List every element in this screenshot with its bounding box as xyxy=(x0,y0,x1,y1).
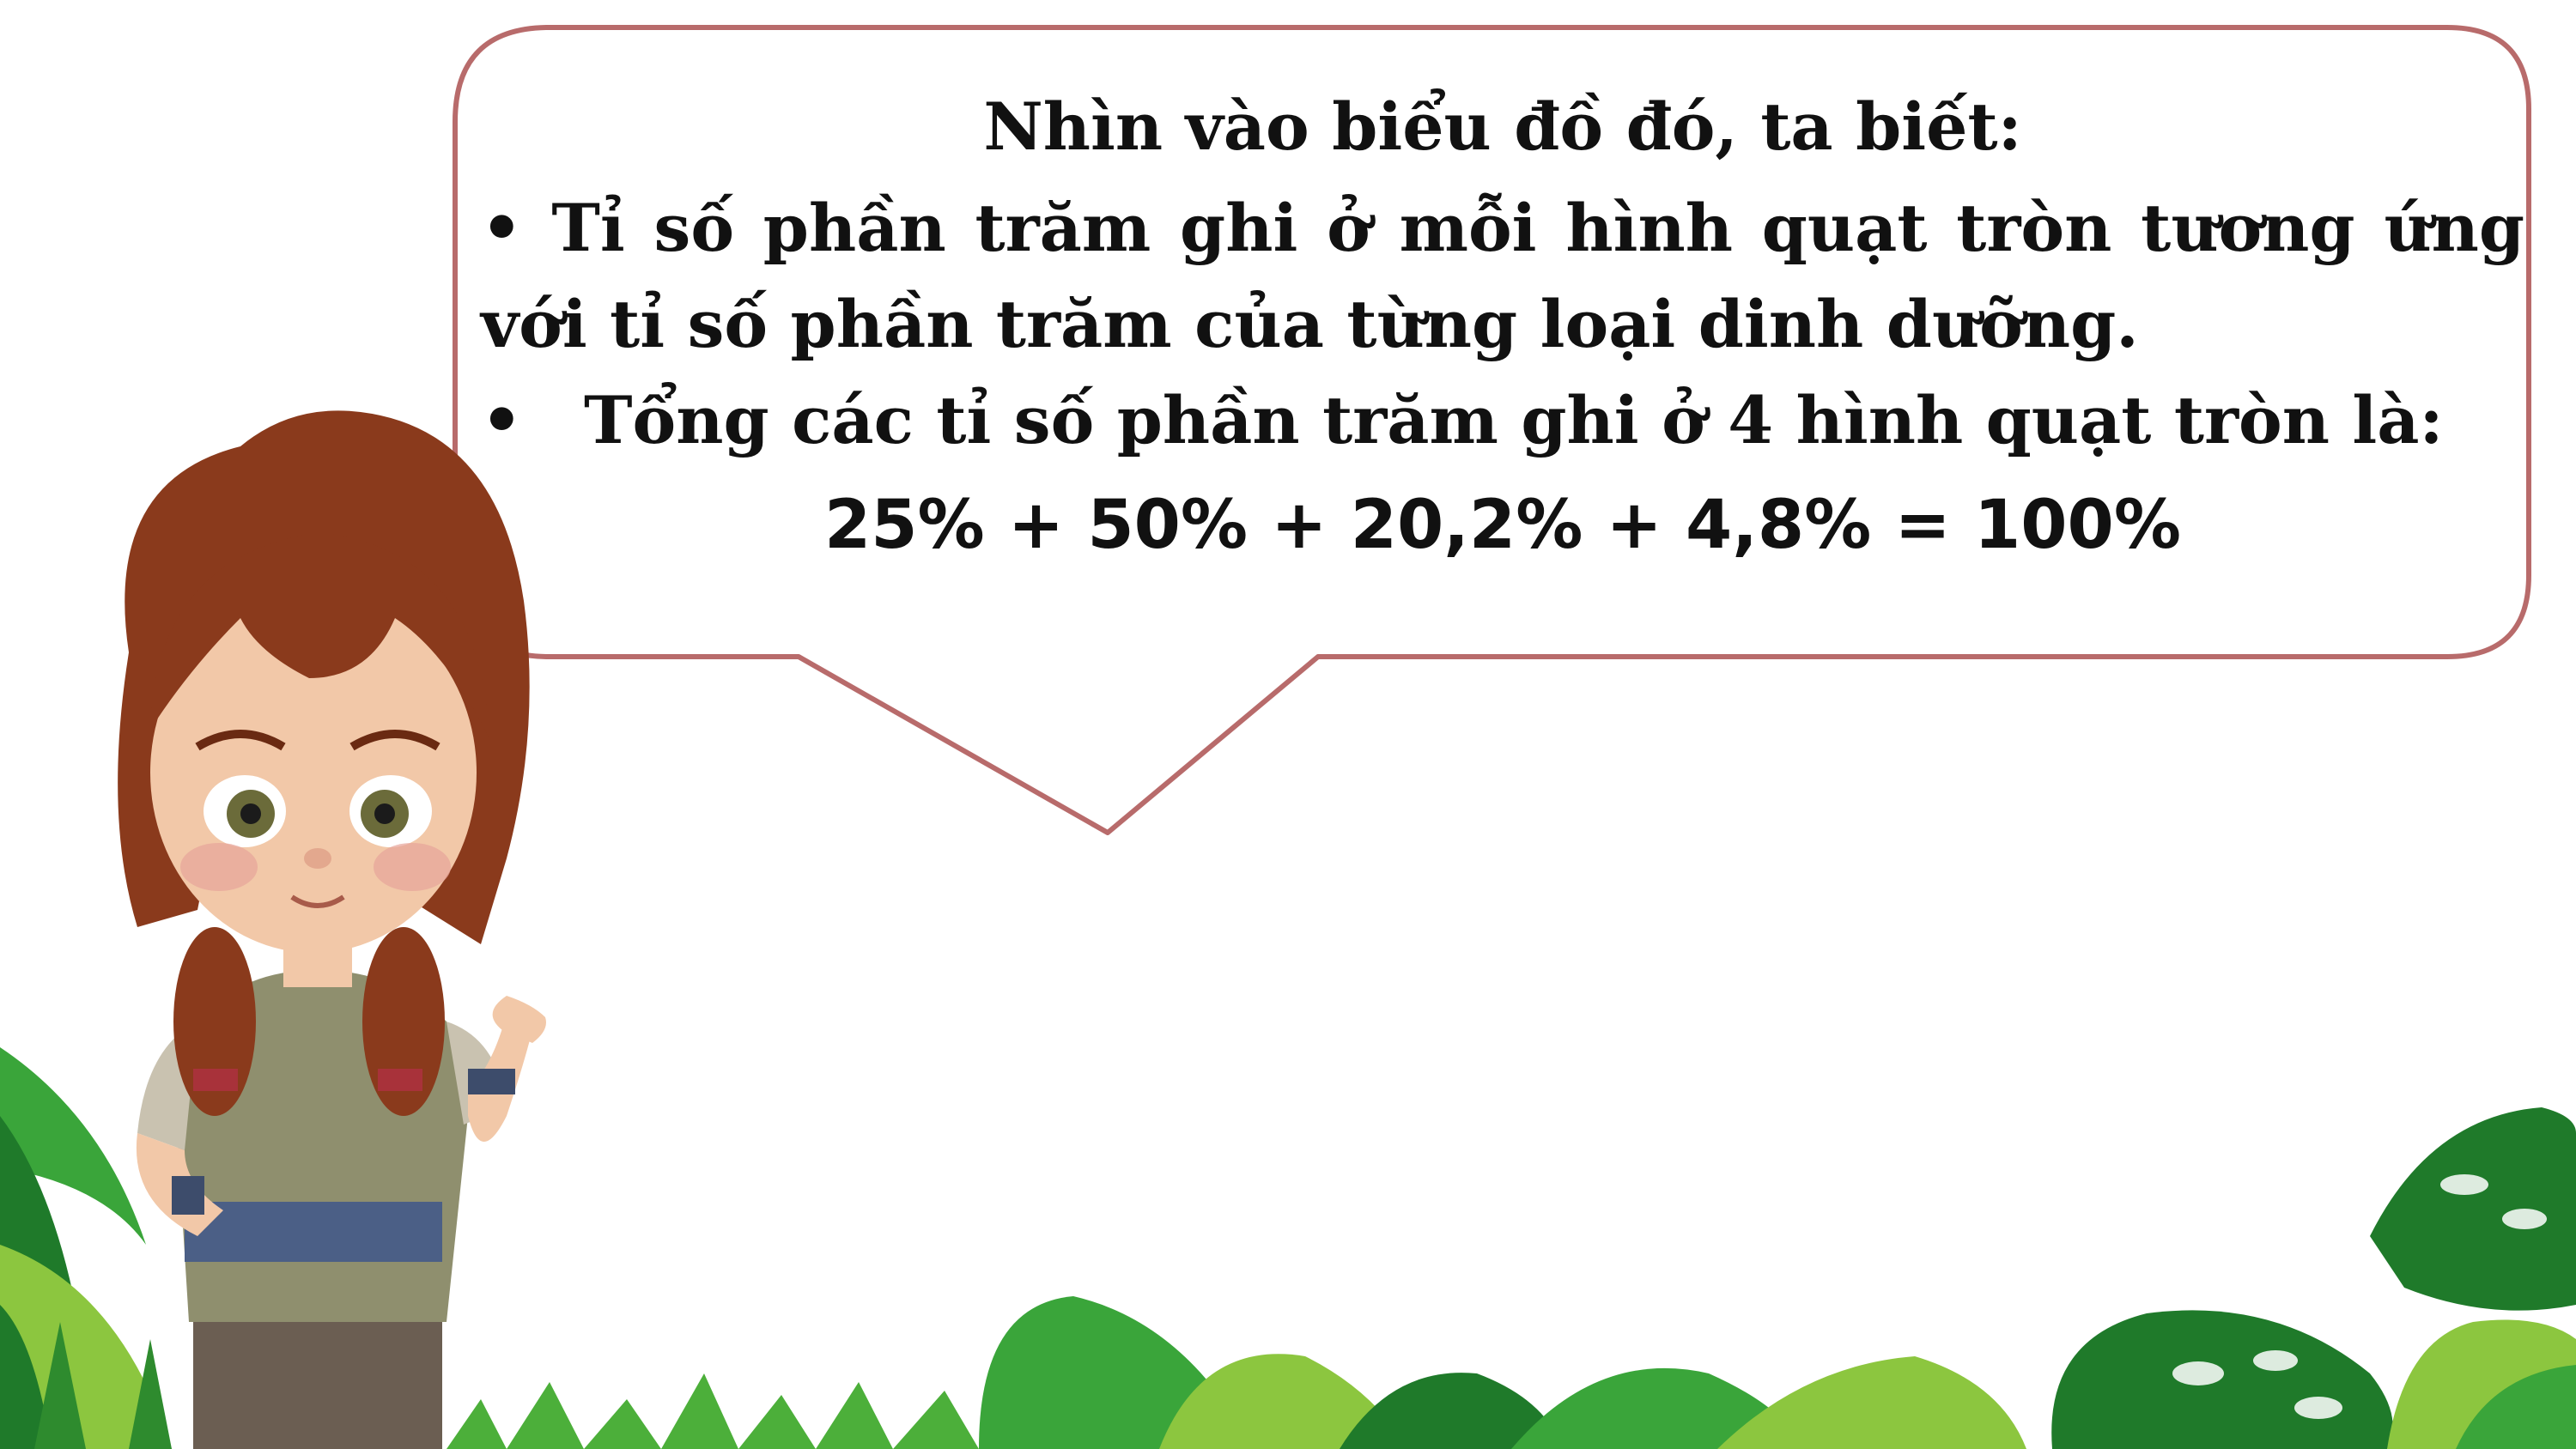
jungle-leaves-icon xyxy=(0,1047,2576,1449)
slide: Nhìn vào biểu đồ đó, ta biết: • Tỉ số ph… xyxy=(0,0,2576,1449)
